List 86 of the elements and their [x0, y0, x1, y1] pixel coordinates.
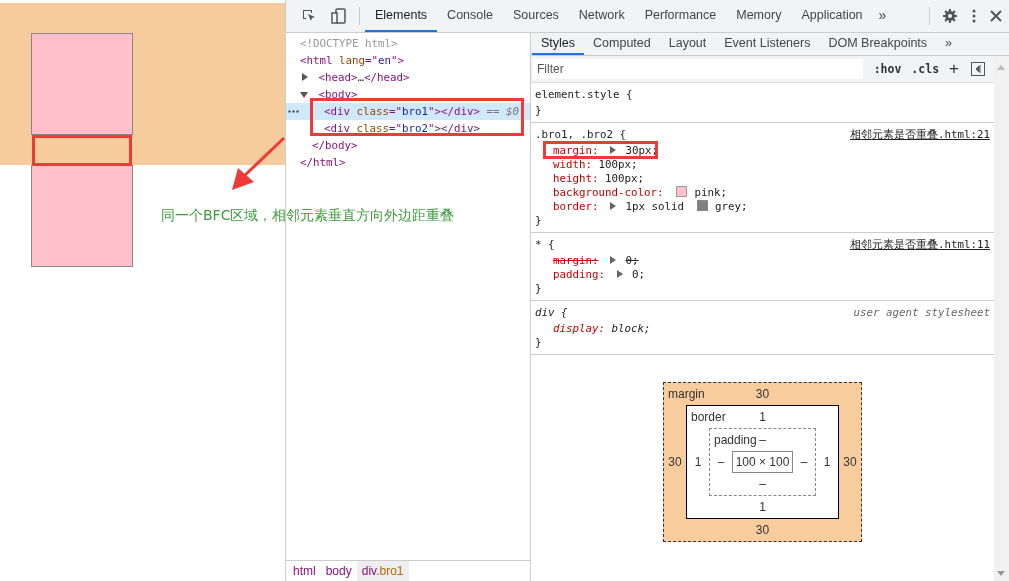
- property-value: 100px;: [605, 172, 645, 185]
- device-icon[interactable]: [331, 8, 347, 24]
- sidebar-tab[interactable]: Layout: [659, 33, 716, 55]
- box-value: 1: [759, 410, 766, 424]
- box-value: 1: [759, 500, 766, 514]
- annotation-text: 同一个BFC区域，相邻元素垂直方向外边距重叠: [161, 207, 455, 225]
- panel-tab[interactable]: Sources: [503, 0, 569, 32]
- property-name: border:: [553, 200, 599, 213]
- rule-brace: }: [535, 214, 542, 227]
- property-name: margin:: [553, 144, 599, 157]
- pointer-arrow: [230, 136, 286, 192]
- expand-arrow-icon[interactable]: [616, 270, 623, 278]
- expand-arrow-icon[interactable]: [302, 73, 308, 81]
- expand-arrow-icon[interactable]: [610, 146, 617, 154]
- property-value: grey;: [715, 200, 748, 213]
- panel-tab[interactable]: Elements: [365, 0, 438, 32]
- property-name: display:: [553, 322, 605, 335]
- hover-state-button[interactable]: :hov: [868, 62, 907, 76]
- panel-tab[interactable]: Memory: [726, 0, 792, 32]
- breadcrumb[interactable]: html: [288, 561, 321, 581]
- dom-closing-tag: </body>: [286, 137, 530, 154]
- panel-tab[interactable]: Console: [437, 0, 503, 32]
- new-rule-button[interactable]: +: [944, 59, 964, 79]
- dom-node[interactable]: <html lang="en">: [286, 52, 530, 69]
- scrollbar[interactable]: [994, 56, 1009, 581]
- color-swatch[interactable]: [676, 186, 688, 197]
- sidebar-tab[interactable]: Computed: [584, 33, 660, 55]
- property-value: 30px;: [625, 144, 659, 157]
- rule-brace: }: [535, 336, 542, 349]
- box-value: –: [759, 433, 766, 447]
- property-value: pink;: [694, 186, 728, 199]
- panel-tab[interactable]: Network: [568, 0, 635, 32]
- breadcrumb[interactable]: div.bro1: [356, 561, 409, 581]
- filter-field[interactable]: Filter: [533, 59, 863, 79]
- box-value: –: [716, 455, 726, 469]
- settings-icon[interactable]: [942, 8, 958, 24]
- sidebar-toggle-icon[interactable]: [971, 62, 985, 76]
- more-tabs-button[interactable]: »: [872, 0, 893, 32]
- rule-selector: element.style {: [535, 87, 633, 103]
- box-value: 30: [667, 455, 683, 469]
- close-icon[interactable]: [990, 10, 1002, 22]
- property-value: 0;: [632, 268, 646, 281]
- content-box: 100 × 100: [732, 451, 793, 473]
- panel-tab[interactable]: Application: [791, 0, 873, 32]
- rule-selector: div {: [535, 305, 568, 321]
- property-value: 1px solid: [625, 200, 685, 213]
- property-name: height:: [553, 172, 599, 185]
- property-value: 0;: [625, 254, 639, 267]
- rule-brace: }: [535, 104, 542, 117]
- class-button[interactable]: .cls: [906, 62, 945, 76]
- dom-node[interactable]: <div class="bro2"></div>: [286, 120, 530, 137]
- box-value: 30: [842, 455, 858, 469]
- box-value: 30: [755, 523, 770, 537]
- menu-icon[interactable]: [972, 9, 976, 23]
- sidebar-tab[interactable]: Event Listeners: [715, 33, 820, 55]
- expand-arrow-icon[interactable]: [610, 202, 617, 210]
- box-label: border: [691, 410, 726, 424]
- rule-source[interactable]: 相邻元素是否重叠.html:11: [850, 236, 990, 254]
- box-value: 1: [693, 455, 703, 469]
- rule-source: user agent stylesheet: [853, 305, 990, 321]
- color-swatch[interactable]: [696, 200, 708, 211]
- more-icon[interactable]: [288, 110, 299, 113]
- rule-selector: .bro1, .bro2 {: [535, 127, 626, 143]
- box-value: –: [799, 455, 809, 469]
- dom-node[interactable]: <div class="bro1"></div> == $0: [286, 103, 530, 120]
- more-tabs-button[interactable]: »: [936, 33, 962, 55]
- rule-selector: * {: [535, 237, 555, 253]
- sidebar-tab[interactable]: DOM Breakpoints: [819, 33, 937, 55]
- dom-closing-tag: </html>: [286, 154, 530, 171]
- property-name: background-color:: [553, 186, 664, 199]
- box-value: 30: [755, 387, 770, 401]
- box-label: padding: [714, 433, 757, 447]
- property-value: 100px;: [598, 158, 638, 171]
- box-value: –: [759, 477, 766, 491]
- panel-tab[interactable]: Performance: [634, 0, 727, 32]
- expand-arrow-icon[interactable]: [610, 256, 617, 264]
- property-name: padding:: [553, 268, 605, 281]
- breadcrumb[interactable]: body: [320, 561, 357, 581]
- rule-source[interactable]: 相邻元素是否重叠.html:21: [850, 126, 990, 144]
- box-label: margin: [668, 387, 705, 401]
- dom-node[interactable]: <head>…</head>: [286, 69, 530, 86]
- property-name: margin:: [553, 254, 599, 267]
- box-value: 1: [822, 455, 832, 469]
- property-name: width:: [553, 158, 592, 171]
- property-value: block;: [611, 322, 651, 335]
- rule-brace: }: [535, 282, 542, 295]
